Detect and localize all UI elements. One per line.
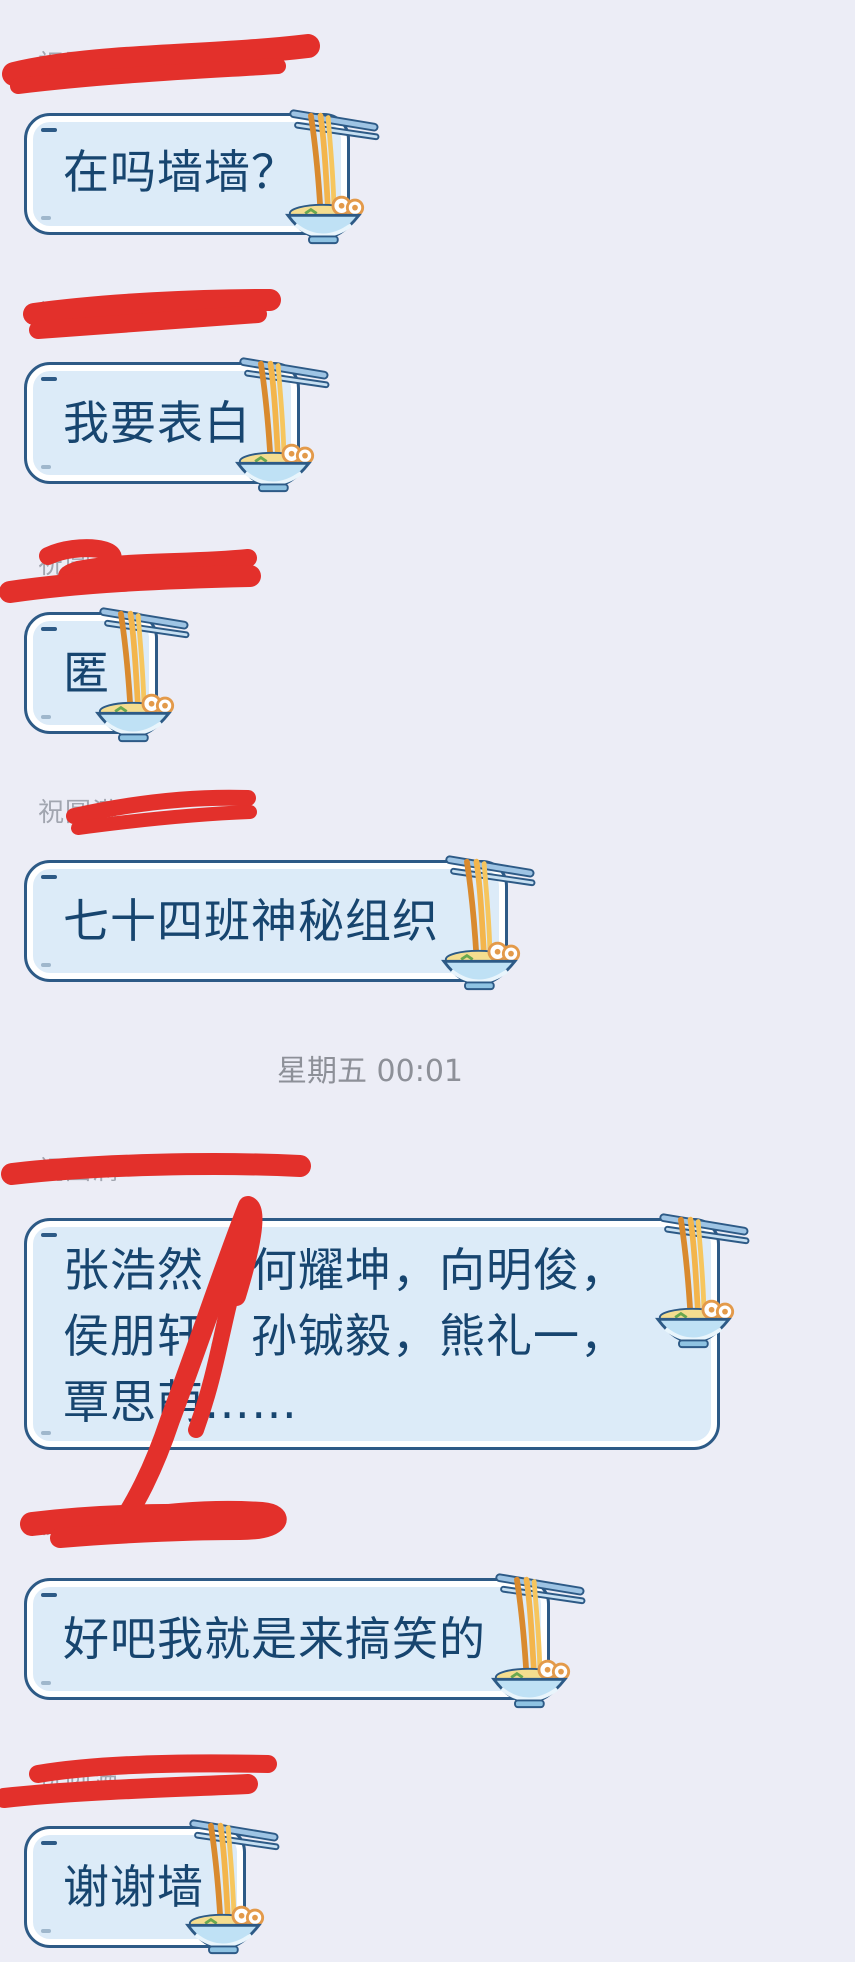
bubble-corner-decoration [41, 377, 57, 381]
bubble-corner-decoration [41, 875, 57, 879]
message-sender-redacted: 祝圆满 [0, 539, 261, 603]
bubble-corner-decoration [41, 465, 51, 469]
redaction-mark [2, 34, 320, 94]
redaction-mark [66, 789, 257, 835]
redaction-mark [20, 1504, 272, 1536]
noodle-bowl-icon [286, 102, 378, 252]
noodle-bowl-icon [236, 350, 328, 500]
message-text: 好吧我就是来搞笑的 [63, 1612, 486, 1666]
message-sender-redacted: 祝圆满 [20, 1500, 272, 1540]
message-sender-redacted: 祝圆满 [2, 34, 320, 94]
bubble-corner-decoration [41, 627, 57, 631]
message-sender-redacted: 祝圆满 [0, 1754, 277, 1808]
bubble-corner-decoration [41, 1841, 57, 1845]
message-text: 谢谢墙 [63, 1860, 204, 1914]
message-sender-redacted: 祝圆满 [23, 289, 281, 339]
bubble-corner-decoration [41, 1431, 51, 1435]
bubble-corner-decoration [41, 963, 51, 967]
redaction-mark [23, 289, 281, 339]
redaction-mark [1, 1153, 311, 1185]
bubble-corner-decoration [41, 1593, 57, 1597]
bubble-corner-decoration [41, 216, 51, 220]
message-text: 在吗墙墙？ [63, 145, 298, 199]
bubble-corner-decoration [41, 1681, 51, 1685]
message-bubble[interactable]: 七十四班神秘组织 [24, 860, 508, 982]
bubble-corner-decoration [41, 128, 57, 132]
noodle-bowl-icon [656, 1206, 748, 1356]
date-separator: 星期五 00:01 [277, 1054, 463, 1089]
message-sender-redacted: 祝圆满 [1, 1146, 311, 1186]
noodle-bowl-icon [96, 600, 188, 750]
message-text: 我要表白 [63, 396, 251, 450]
noodle-bowl-icon [442, 848, 534, 998]
bubble-corner-decoration [41, 1233, 57, 1237]
noodle-bowl-icon [186, 1812, 278, 1962]
noodle-bowl-icon [492, 1566, 584, 1716]
message-text: 张浩然，何耀坤，向明俊， 侯朋轩，孙铖毅，熊礼一， 覃思萌…… [63, 1243, 627, 1429]
redaction-mark [0, 539, 261, 603]
chat-message-list[interactable]: 祝圆满 在吗墙墙？ 祝圆满 我要表白 祝圆满 匿 祝圆满 七十四班神秘组织 星期… [0, 0, 855, 1961]
bubble-corner-decoration [41, 1929, 51, 1933]
bubble-corner-decoration [41, 715, 51, 719]
message-sender-redacted: 祝圆满 [38, 788, 258, 835]
message-text: 七十四班神秘组织 [63, 894, 439, 948]
message-bubble[interactable]: 张浩然，何耀坤，向明俊， 侯朋轩，孙铖毅，熊礼一， 覃思萌…… [24, 1218, 720, 1450]
message-bubble[interactable]: 好吧我就是来搞笑的 [24, 1578, 550, 1700]
